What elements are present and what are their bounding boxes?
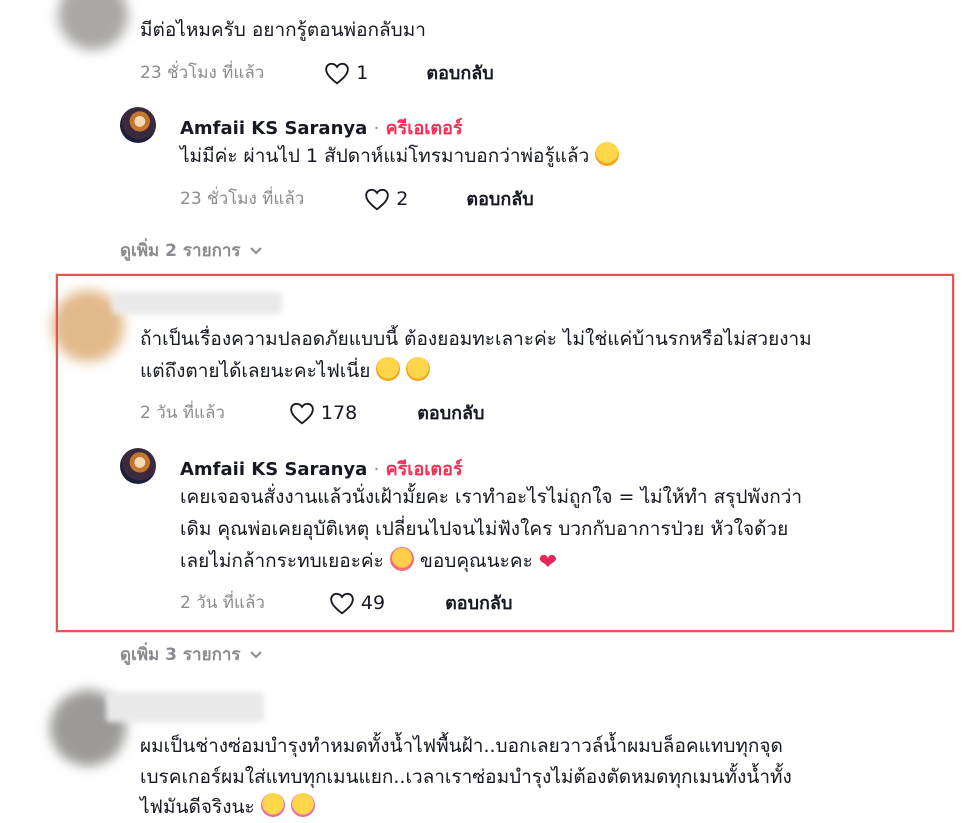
comment-text-line: ผมเป็นช่างซ่อมบำรุงทำหมดทั้งน้ำไฟพื้นฝ้า… xyxy=(140,735,783,757)
reply-button[interactable]: ตอบกลับ xyxy=(445,588,512,617)
reply-text-content: เลยไม่กล้ากระทบเยอะค่ะ xyxy=(180,550,384,572)
chevron-down-icon xyxy=(249,246,262,254)
blurred-avatar[interactable] xyxy=(58,0,128,50)
heart-icon xyxy=(330,592,354,614)
sweat-smile-emoji xyxy=(376,357,401,381)
separator: · xyxy=(373,118,380,139)
laughing-tears-emoji xyxy=(595,142,620,166)
timestamp: 2 วัน ที่แล้ว xyxy=(140,403,225,423)
comment-meta: 23 ชั่วโมง ที่แล้ว 1 ตอบกลับ xyxy=(140,58,494,87)
comment-text-content: ไฟมันดีจริงนะ xyxy=(140,796,255,818)
blurred-username[interactable] xyxy=(106,692,264,722)
timestamp: 2 วัน ที่แล้ว xyxy=(180,593,265,613)
comment-text-line: เบรคเกอร์ผมใส่แทบทุกเมนแยก..เวลาเราซ่อมบ… xyxy=(140,766,792,788)
comment-text-line: แต่ถึงตายได้เลยนะคะไฟเนี่ย xyxy=(140,355,431,387)
timestamp: 23 ชั่วโมง ที่แล้ว xyxy=(180,189,305,209)
sweat-smile-emoji xyxy=(406,357,431,381)
reply-meta: 23 ชั่วโมง ที่แล้ว 2 ตอบกลับ xyxy=(180,184,534,213)
author-name[interactable]: Amfaii KS Saranya xyxy=(180,118,367,139)
view-more-label: ดูเพิ่ม 2 รายการ xyxy=(120,241,241,261)
red-heart-emoji: ❤ xyxy=(538,550,558,575)
reply-text-line: เลยไม่กล้ากระทบเยอะค่ะ ขอบคุณนะคะ ❤ xyxy=(180,545,557,579)
view-more-replies[interactable]: ดูเพิ่ม 2 รายการ xyxy=(120,237,263,264)
reply-author[interactable]: Amfaii KS Saranya · ครีเอเตอร์ xyxy=(180,454,463,483)
creator-avatar[interactable] xyxy=(120,448,156,484)
like-count: 1 xyxy=(356,61,369,84)
reply-meta: 2 วัน ที่แล้ว 49 ตอบกลับ xyxy=(180,588,512,617)
reply-button[interactable]: ตอบกลับ xyxy=(417,398,484,427)
reply-text: ไม่มีค่ะ ผ่านไป 1 สัปดาห์แม่โทรมาบอกว่าพ… xyxy=(180,140,620,172)
view-more-replies[interactable]: ดูเพิ่ม 3 รายการ xyxy=(120,641,263,668)
separator: · xyxy=(373,459,380,480)
reply-author[interactable]: Amfaii KS Saranya · ครีเอเตอร์ xyxy=(180,113,463,142)
creator-avatar[interactable] xyxy=(120,107,156,143)
view-more-label: ดูเพิ่ม 3 รายการ xyxy=(120,645,241,665)
blurred-username[interactable] xyxy=(112,292,282,314)
like-count: 49 xyxy=(360,591,386,614)
heart-icon xyxy=(325,62,350,84)
chevron-down-icon xyxy=(249,650,262,658)
grinning-face-emoji xyxy=(260,793,285,817)
like-button[interactable]: 178 xyxy=(289,401,357,425)
like-button[interactable]: 2 xyxy=(364,187,408,211)
comment-text-line: ถ้าเป็นเรื่องความปลอดภัยแบบนี้ ต้องยอมทะ… xyxy=(140,328,812,350)
like-button[interactable]: 49 xyxy=(329,591,385,615)
creator-badge: ครีเอเตอร์ xyxy=(385,459,463,480)
comment-text-content: แต่ถึงตายได้เลยนะคะไฟเนี่ย xyxy=(140,360,371,382)
heart-icon xyxy=(365,188,390,210)
reply-text-content: ขอบคุณนะคะ xyxy=(419,550,533,572)
reply-button[interactable]: ตอบกลับ xyxy=(466,184,533,213)
creator-badge: ครีเอเตอร์ xyxy=(385,118,463,139)
comment-text: มีต่อไหมครับ อยากรู้ตอนพ่อกลับมา xyxy=(140,19,426,41)
like-count: 178 xyxy=(320,401,358,424)
comment-meta: 2 วัน ที่แล้ว 178 ตอบกลับ xyxy=(140,398,484,427)
smiling-face-with-hearts-emoji xyxy=(389,547,414,571)
grinning-face-emoji xyxy=(290,793,315,817)
timestamp: 23 ชั่วโมง ที่แล้ว xyxy=(140,63,265,83)
reply-text-line: เดิม คุณพ่อเคยอุบัติเหตุ เปลี่ยนไปจนไม่ฟ… xyxy=(180,518,789,540)
reply-text-content: ไม่มีค่ะ ผ่านไป 1 สัปดาห์แม่โทรมาบอกว่าพ… xyxy=(180,145,590,167)
author-name[interactable]: Amfaii KS Saranya xyxy=(180,459,367,480)
like-button[interactable]: 1 xyxy=(324,61,368,85)
comment-text-line: ไฟมันดีจริงนะ xyxy=(140,791,315,823)
heart-icon xyxy=(290,402,314,424)
reply-text-line: เคยเจอจนสั่งงานแล้วนั่งเฝ้ามั้ยคะ เราทำอ… xyxy=(180,486,803,508)
reply-button[interactable]: ตอบกลับ xyxy=(426,58,493,87)
like-count: 2 xyxy=(396,187,409,210)
